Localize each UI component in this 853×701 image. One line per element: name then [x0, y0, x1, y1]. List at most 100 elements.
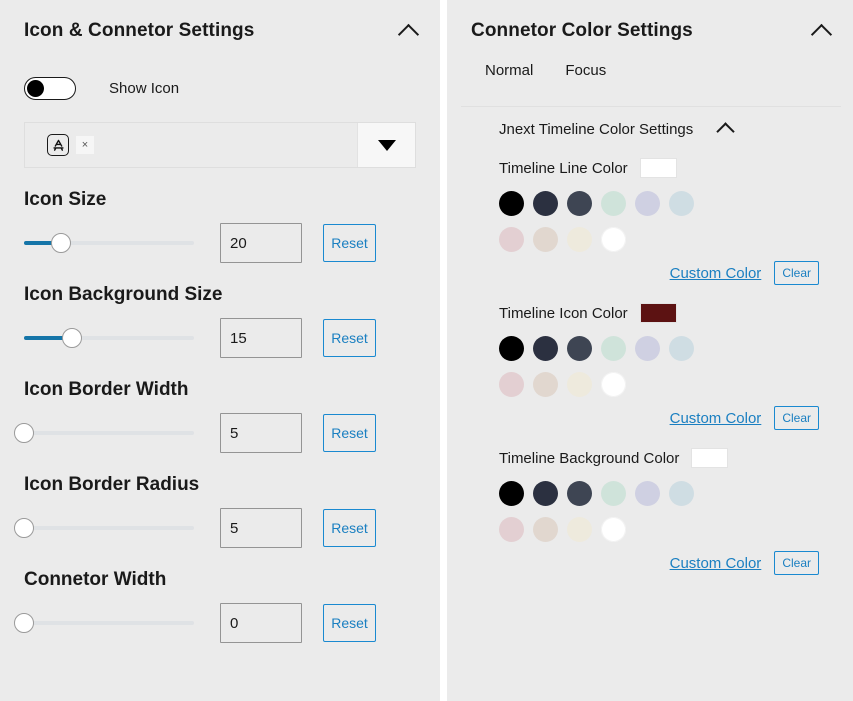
- slider-track: [24, 431, 194, 435]
- icon-select-dropdown-button[interactable]: [357, 123, 415, 167]
- palette-swatch[interactable]: [533, 336, 558, 361]
- palette-swatch[interactable]: [533, 191, 558, 216]
- show-icon-toggle[interactable]: [24, 76, 76, 100]
- reset-button[interactable]: Reset: [323, 414, 376, 452]
- color-group-header: Timeline Line Color: [499, 158, 853, 178]
- reset-button[interactable]: Reset: [323, 509, 376, 547]
- palette-swatch[interactable]: [601, 336, 626, 361]
- chevron-up-icon[interactable]: [396, 18, 422, 44]
- custom-color-link[interactable]: Custom Color: [670, 265, 762, 282]
- palette-swatch[interactable]: [601, 481, 626, 506]
- color-preview-swatch[interactable]: [639, 303, 677, 323]
- color-palette: [499, 481, 709, 553]
- color-group-header: Timeline Background Color: [499, 448, 853, 468]
- palette-swatch[interactable]: [601, 191, 626, 216]
- show-icon-label: Show Icon: [109, 79, 180, 97]
- color-group-label: Timeline Line Color: [499, 159, 628, 177]
- slider-value-input[interactable]: [220, 413, 302, 453]
- color-group-actions: Custom Color Clear: [499, 261, 819, 285]
- palette-swatch[interactable]: [499, 481, 524, 506]
- icon-connector-settings-panel: Icon & Connetor Settings Show Icon × Ico…: [0, 0, 440, 701]
- tab-normal[interactable]: Normal: [485, 62, 533, 87]
- palette-swatch[interactable]: [533, 372, 558, 397]
- chevron-up-icon[interactable]: [809, 18, 835, 44]
- color-group: Timeline Icon Color Custom Color Clear: [447, 303, 853, 430]
- color-preview-swatch[interactable]: [639, 158, 677, 178]
- chevron-up-icon[interactable]: [715, 118, 737, 140]
- slider-control[interactable]: [14, 516, 194, 540]
- slider-groups: Icon SizeReset Icon Background SizeReset I…: [0, 189, 440, 643]
- slider-control[interactable]: [14, 421, 194, 445]
- slider-value-input[interactable]: [220, 318, 302, 358]
- icon-select[interactable]: ×: [24, 122, 416, 168]
- slider-label: Icon Border Width: [24, 379, 189, 400]
- slider-thumb[interactable]: [14, 423, 34, 443]
- palette-swatch[interactable]: [567, 227, 592, 252]
- slider-label: Connetor Width: [24, 569, 167, 590]
- color-group-actions: Custom Color Clear: [499, 406, 819, 430]
- slider-thumb[interactable]: [61, 328, 82, 348]
- reset-button[interactable]: Reset: [323, 604, 376, 642]
- color-group-label: Timeline Icon Color: [499, 304, 628, 322]
- palette-swatch[interactable]: [635, 481, 660, 506]
- palette-swatch[interactable]: [499, 191, 524, 216]
- palette-swatch[interactable]: [635, 191, 660, 216]
- color-palette: [499, 191, 709, 263]
- color-group-label: Timeline Background Color: [499, 449, 680, 467]
- right-panel-title: Connetor Color Settings: [471, 20, 693, 41]
- palette-swatch[interactable]: [533, 481, 558, 506]
- palette-swatch[interactable]: [601, 517, 626, 542]
- slider-group: Icon Border Radius Reset: [0, 474, 440, 548]
- palette-swatch[interactable]: [567, 336, 592, 361]
- palette-swatch[interactable]: [601, 227, 626, 252]
- slider-group: Icon Border Width Reset: [0, 379, 440, 453]
- slider-track: [24, 621, 194, 625]
- slider-value-input[interactable]: [220, 223, 302, 263]
- timeline-color-subsection-header[interactable]: Jnext Timeline Color Settings: [447, 107, 853, 140]
- palette-swatch[interactable]: [499, 227, 524, 252]
- palette-swatch[interactable]: [601, 372, 626, 397]
- palette-swatch[interactable]: [669, 481, 694, 506]
- palette-swatch[interactable]: [567, 517, 592, 542]
- palette-swatch[interactable]: [567, 191, 592, 216]
- icon-select-body[interactable]: ×: [25, 123, 357, 167]
- color-preview-swatch[interactable]: [691, 448, 729, 468]
- palette-swatch[interactable]: [567, 481, 592, 506]
- slider-value-input[interactable]: [220, 603, 302, 643]
- custom-color-link[interactable]: Custom Color: [670, 410, 762, 427]
- reset-button[interactable]: Reset: [323, 224, 376, 262]
- custom-color-link[interactable]: Custom Color: [670, 555, 762, 572]
- color-group-header: Timeline Icon Color: [499, 303, 853, 323]
- clear-button[interactable]: Clear: [774, 261, 819, 285]
- slider-control[interactable]: [14, 611, 194, 635]
- slider-thumb[interactable]: [14, 518, 34, 538]
- slider-group: Icon Background Size Reset: [0, 284, 440, 358]
- color-groups: Timeline Line Color Custom Color Clear Time…: [447, 158, 853, 575]
- slider-group: Connetor Width Reset: [0, 569, 440, 643]
- clear-button[interactable]: Clear: [774, 551, 819, 575]
- palette-swatch[interactable]: [499, 336, 524, 361]
- palette-swatch[interactable]: [533, 517, 558, 542]
- remove-icon-chip-button[interactable]: ×: [76, 136, 94, 154]
- slider-value-input[interactable]: [220, 508, 302, 548]
- clear-button[interactable]: Clear: [774, 406, 819, 430]
- slider-row: Reset: [14, 603, 416, 643]
- palette-swatch[interactable]: [635, 336, 660, 361]
- settings-app: Icon & Connetor Settings Show Icon × Ico…: [0, 0, 853, 701]
- slider-control[interactable]: [24, 231, 194, 255]
- palette-swatch[interactable]: [669, 336, 694, 361]
- reset-button[interactable]: Reset: [323, 319, 376, 357]
- palette-swatch[interactable]: [533, 227, 558, 252]
- app-store-icon: [47, 134, 69, 156]
- palette-swatch[interactable]: [499, 517, 524, 542]
- palette-swatch[interactable]: [499, 372, 524, 397]
- show-icon-toggle-row: Show Icon: [0, 62, 440, 106]
- palette-swatch[interactable]: [567, 372, 592, 397]
- tab-focus[interactable]: Focus: [565, 62, 606, 87]
- palette-swatch[interactable]: [669, 191, 694, 216]
- slider-thumb[interactable]: [51, 233, 72, 253]
- color-group-actions: Custom Color Clear: [499, 551, 819, 575]
- slider-group: Icon Size Reset: [0, 189, 440, 263]
- slider-control[interactable]: [24, 326, 194, 350]
- slider-thumb[interactable]: [14, 613, 34, 633]
